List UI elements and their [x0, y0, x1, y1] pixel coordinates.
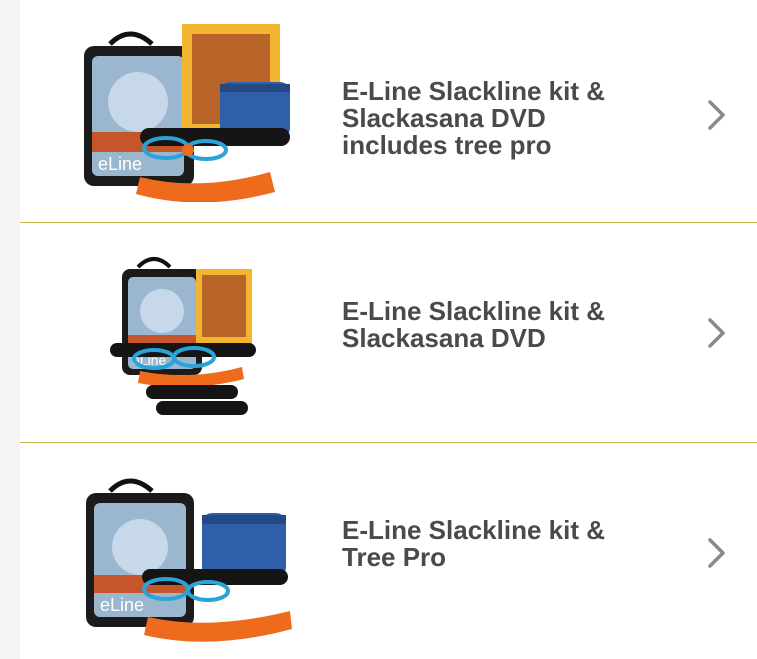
product-title-line: includes tree pro	[342, 130, 552, 160]
product-image-kit-dvd: eLine	[110, 257, 256, 415]
product-title: E-Line Slackline kit & Slackasana DVD in…	[342, 78, 642, 159]
product-title-line: E-Line Slackline kit &	[342, 296, 605, 326]
product-image-kit-treepro: eLine	[86, 478, 292, 642]
product-title-line: Slackasana DVD	[342, 103, 546, 133]
chevron-right-icon[interactable]	[705, 315, 729, 351]
chevron-right-icon[interactable]	[705, 97, 729, 133]
svg-text:eLine: eLine	[100, 595, 144, 615]
product-row-kit-dvd-treepro[interactable]: eLine E-Line Slackline kit & Slackasana …	[20, 0, 757, 222]
chevron-right-icon[interactable]	[705, 535, 729, 571]
product-title: E-Line Slackline kit & Tree Pro	[342, 517, 642, 571]
product-row-kit-treepro[interactable]: eLine E-Line Slackline kit & Tree Pro	[20, 443, 757, 659]
product-image-kit-dvd-treepro: eLine	[84, 24, 290, 202]
product-title: E-Line Slackline kit & Slackasana DVD	[342, 298, 642, 352]
product-list: eLine E-Line Slackline kit & Slackasana …	[20, 0, 757, 659]
product-title-line: E-Line Slackline kit &	[342, 76, 605, 106]
product-title-line: E-Line Slackline kit &	[342, 515, 605, 545]
product-title-line: Slackasana DVD	[342, 323, 546, 353]
product-title-line: Tree Pro	[342, 542, 447, 572]
svg-text:eLine: eLine	[98, 154, 142, 174]
product-row-kit-dvd[interactable]: eLine E-Line Slackline kit & Slackasana …	[20, 223, 757, 442]
